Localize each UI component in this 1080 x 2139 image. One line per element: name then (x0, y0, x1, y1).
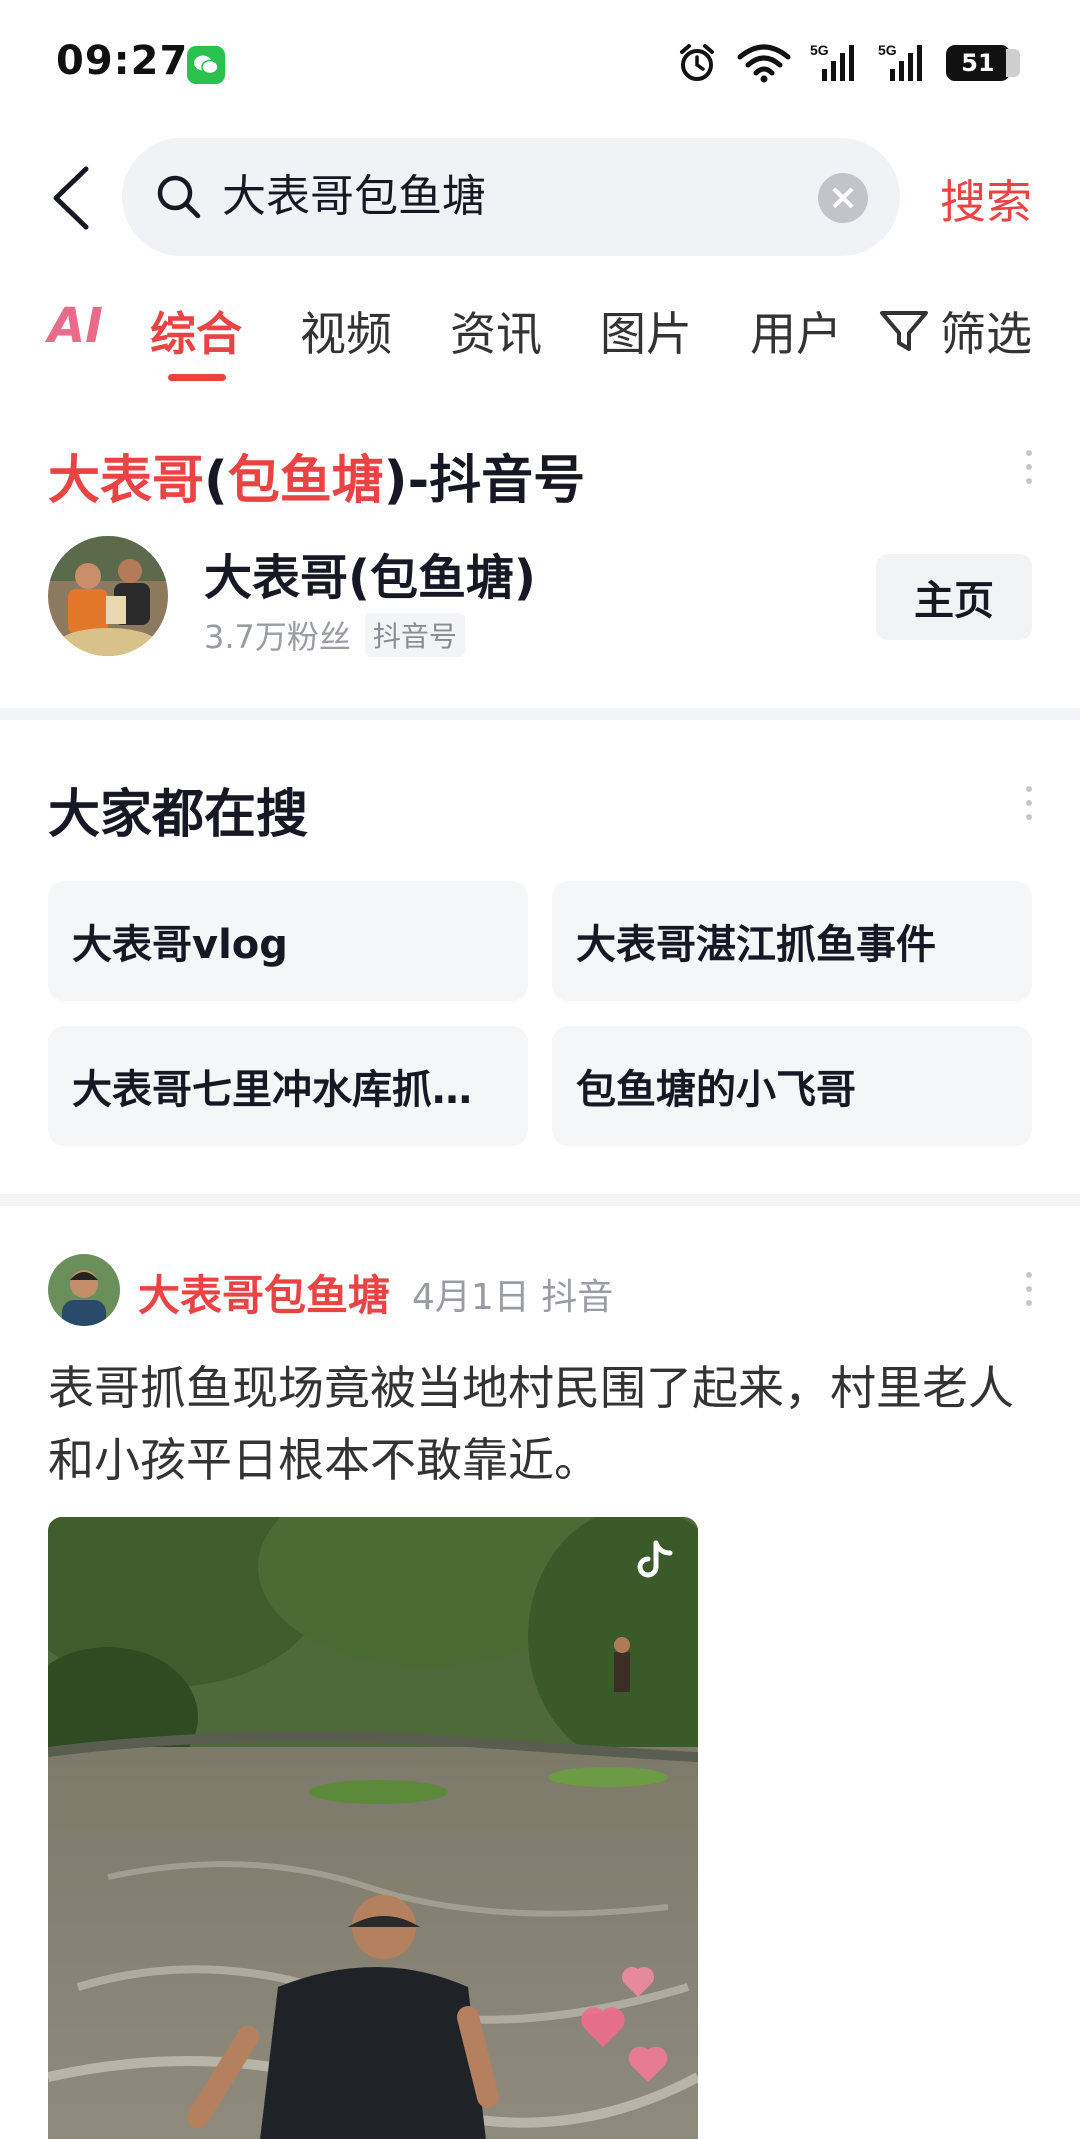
chevron-left-icon (53, 166, 89, 230)
search-query[interactable]: 大表哥包鱼塘 (222, 168, 486, 226)
post-caption[interactable]: 表哥抓鱼现场竟被当地村民围了起来，村里老人和小孩平日根本不敢靠近。 (48, 1352, 1038, 1496)
clear-search-button[interactable]: × (818, 173, 868, 223)
tab-images[interactable]: 图片 (600, 298, 692, 364)
related-searches-title: 大家都在搜 (48, 785, 309, 845)
post-source: 抖音 (541, 1277, 614, 1318)
home-page-button[interactable]: 主页 (876, 554, 1032, 640)
wechat-notification-icon (187, 46, 225, 84)
svg-text:5G: 5G (878, 42, 897, 58)
post-more-button[interactable] (1024, 1272, 1034, 1306)
signal-5g-icon-1: 5G (810, 42, 854, 81)
account-avatar[interactable] (48, 536, 168, 656)
title-highlight: 包鱼塘 (227, 451, 384, 511)
close-icon: × (827, 177, 859, 218)
svg-text:5G: 5G (810, 42, 829, 58)
related-search-chip[interactable]: 大表哥七里冲水库抓… (48, 1026, 528, 1146)
result-tabs: AI 综合 视频 资讯 图片 用户 筛选 (0, 290, 1080, 390)
search-submit-button[interactable]: 搜索 (940, 166, 1032, 232)
post-author-name[interactable]: 大表哥包鱼塘 (138, 1262, 390, 1323)
post-meta: 4月1日 抖音 (412, 1268, 613, 1320)
alarm-icon (680, 44, 714, 81)
title-prefix: 大表哥 (48, 451, 205, 511)
filter-label: 筛选 (940, 307, 1032, 361)
avatar-image (48, 1254, 120, 1326)
account-card-title[interactable]: 大表哥(包鱼塘)-抖音号 (48, 438, 585, 513)
status-icons: 5G 5G 51 (676, 40, 1020, 86)
back-button[interactable] (48, 163, 98, 233)
video-thumbnail[interactable] (48, 1517, 698, 2139)
title-paren-open: ( (204, 451, 228, 511)
title-suffix: )-抖音号 (383, 451, 586, 511)
status-bar: 09:27 5G 5G 51 (0, 0, 1080, 128)
tab-ai[interactable]: AI (48, 298, 103, 354)
avatar-image (48, 536, 168, 656)
tab-users[interactable]: 用户 (750, 298, 842, 364)
account-meta: 3.7万粉丝 抖音号 (204, 612, 465, 658)
account-name[interactable]: 大表哥(包鱼塘) (204, 538, 536, 608)
section-divider (0, 1194, 1080, 1206)
follower-count: 3.7万粉丝 (204, 618, 351, 656)
account-more-button[interactable] (1024, 450, 1034, 484)
post-date: 4月1日 (412, 1277, 530, 1318)
search-input[interactable]: 大表哥包鱼塘 × (122, 138, 900, 256)
status-time: 09:27 (56, 38, 189, 84)
related-search-chip[interactable]: 包鱼塘的小飞哥 (552, 1026, 1032, 1146)
related-search-chip[interactable]: 大表哥vlog (48, 881, 528, 1001)
tab-news[interactable]: 资讯 (450, 298, 542, 364)
section-divider (0, 708, 1080, 720)
account-type-badge: 抖音号 (364, 613, 465, 657)
video-frame-image (48, 1517, 698, 2139)
related-searches-more-button[interactable] (1024, 786, 1034, 820)
battery-icon: 51 (946, 45, 1020, 81)
post-author-avatar[interactable] (48, 1254, 120, 1326)
filter-icon (880, 311, 928, 351)
signal-5g-icon-2: 5G (878, 42, 922, 81)
wifi-icon (737, 44, 791, 83)
tab-comprehensive[interactable]: 综合 (150, 298, 242, 364)
battery-level: 51 (961, 49, 995, 77)
filter-button[interactable]: 筛选 (878, 298, 1032, 364)
tiktok-logo-icon (637, 1540, 673, 1578)
search-icon (157, 175, 201, 219)
active-tab-indicator (168, 374, 226, 381)
tab-videos[interactable]: 视频 (300, 298, 392, 364)
related-search-chip[interactable]: 大表哥湛江抓鱼事件 (552, 881, 1032, 1001)
